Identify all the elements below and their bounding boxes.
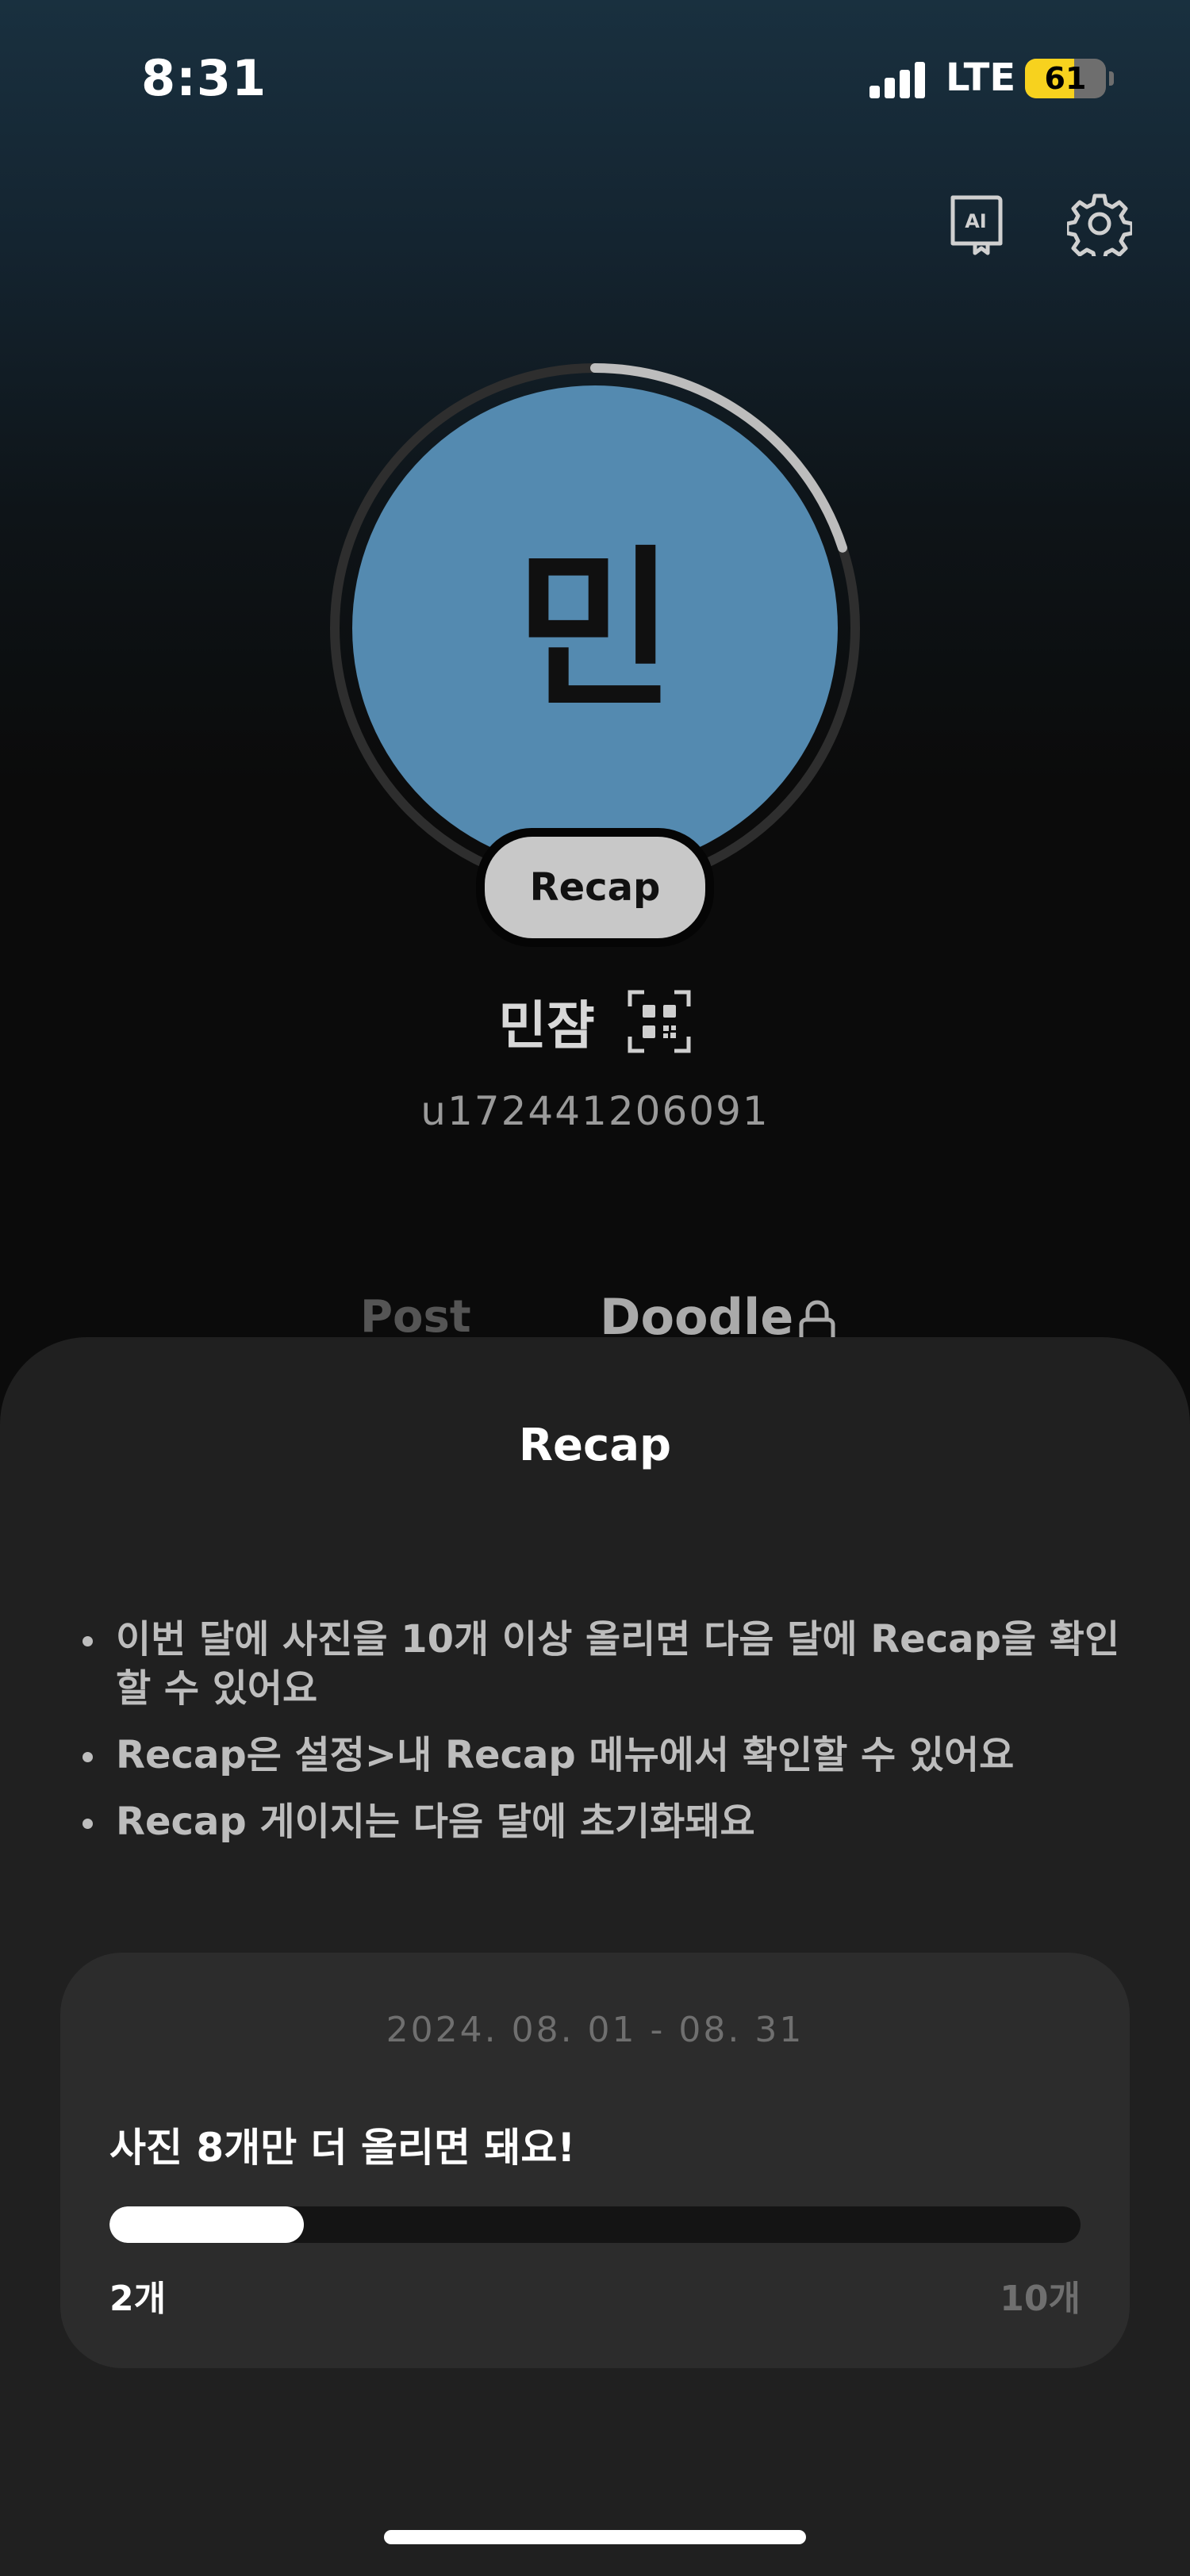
- avatar-initial: 민: [514, 530, 676, 733]
- recap-button[interactable]: Recap: [476, 828, 714, 947]
- recap-progress-bar: [109, 2206, 1081, 2243]
- recap-progress-fill: [109, 2206, 304, 2243]
- svg-text:AI: AI: [965, 210, 987, 232]
- ai-guide-button[interactable]: AI: [938, 186, 1014, 262]
- battery-icon: 61: [1025, 59, 1106, 98]
- signal-icon: [869, 62, 927, 98]
- profile-avatar[interactable]: 민: [325, 358, 865, 898]
- home-indicator[interactable]: [384, 2530, 806, 2544]
- recap-progress-card: 2024. 08. 01 - 08. 31 사진 8개만 더 올리면 돼요! 2…: [60, 1953, 1130, 2368]
- qr-code-icon[interactable]: [627, 989, 692, 1054]
- status-time: 8:31: [141, 49, 267, 107]
- network-label: LTE: [946, 56, 1016, 100]
- settings-button[interactable]: [1061, 186, 1138, 262]
- user-id[interactable]: u172441206091: [0, 1088, 1190, 1134]
- info-bullet: Recap은 설정>내 Recap 메뉴에서 확인할 수 있어요: [78, 1731, 1141, 1780]
- status-bar: 8:31 LTE 61: [0, 0, 1190, 159]
- profile-name-row: 민쟘: [0, 983, 1190, 1060]
- recap-bottom-sheet: Recap 이번 달에 사진을 10개 이상 올리면 다음 달에 Recap을 …: [0, 1337, 1190, 2576]
- battery-cap: [1109, 71, 1114, 86]
- ai-guide-icon: AI: [950, 195, 1003, 255]
- recap-info-list: 이번 달에 사진을 10개 이상 올리면 다음 달에 Recap을 확인할 수 …: [78, 1615, 1141, 1864]
- gear-icon: [1067, 194, 1132, 256]
- tab-post[interactable]: Post: [360, 1291, 471, 1343]
- info-bullet: 이번 달에 사진을 10개 이상 올리면 다음 달에 Recap을 확인할 수 …: [78, 1615, 1141, 1713]
- profile-name: 민쟘: [498, 995, 595, 1056]
- recap-progress-message: 사진 8개만 더 올리면 돼요!: [109, 2125, 576, 2171]
- battery-level: 61: [1044, 61, 1087, 96]
- recap-date-range: 2024. 08. 01 - 08. 31: [386, 2010, 804, 2050]
- progress-goal-label: 10개: [1000, 2279, 1081, 2319]
- sheet-title: Recap: [518, 1420, 672, 1471]
- info-bullet: Recap 게이지는 다음 달에 초기화돼요: [78, 1797, 1141, 1846]
- recap-button-label: Recap: [485, 837, 705, 938]
- avatar: 민: [352, 385, 838, 871]
- progress-current-label: 2개: [109, 2279, 167, 2319]
